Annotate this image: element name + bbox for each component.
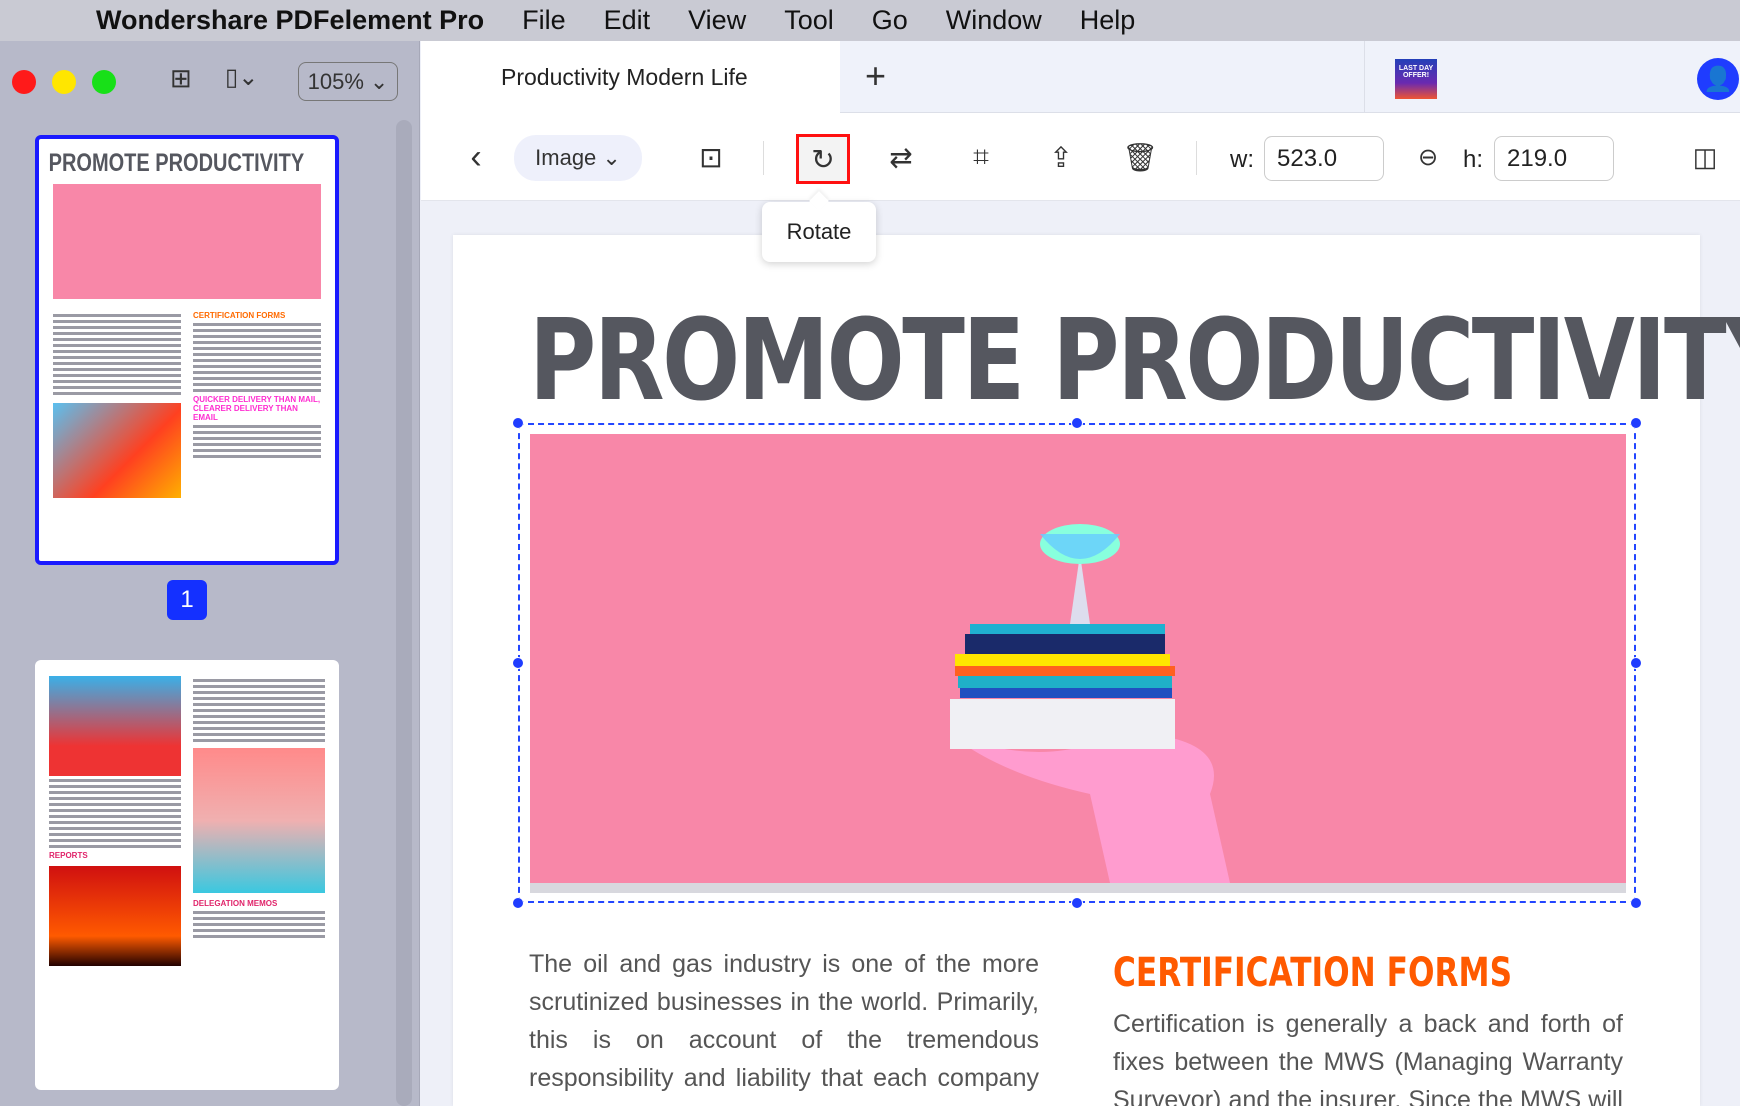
replace-image-icon[interactable]: ⇄ [879,135,923,179]
thumb-heading: REPORTS [49,851,88,860]
back-chevron-icon[interactable]: ‹ [461,135,491,179]
sidebar-scrollbar[interactable] [396,120,412,1106]
link-aspect-ratio-icon[interactable]: ⊖ [1406,135,1450,179]
properties-panel-icon[interactable]: ◫ [1683,135,1727,179]
minimize-window-button[interactable] [52,70,76,94]
thumb-heading: CERTIFICATION FORMS [193,311,286,320]
menu-bar: Wondershare PDFelement Pro File Edit Vie… [0,0,1740,41]
app-name[interactable]: Wondershare PDFelement Pro [96,5,484,36]
crop-icon[interactable]: ⌗ [959,135,1003,179]
menu-edit[interactable]: Edit [604,5,651,36]
resize-handle-bottom[interactable] [1071,897,1083,909]
divider [763,141,764,175]
resize-handle-top-left[interactable] [512,417,524,429]
rotate-tooltip: Rotate [762,202,876,262]
image-mode-dropdown[interactable]: Image ⌄ [514,135,642,181]
page-number-badge: 1 [167,580,207,620]
height-label: h: [1463,146,1484,173]
resize-handle-top-right[interactable] [1630,417,1642,429]
resize-handle-left[interactable] [512,657,524,669]
tab-bar: Productivity Modern Life + LAST DAY OFFE… [421,41,1740,113]
add-image-icon[interactable]: ⊡ [689,135,733,179]
body-text-right: Certification is generally a back and fo… [1113,1010,1623,1106]
zoom-value: 105% [307,68,364,94]
resize-handle-right[interactable] [1630,657,1642,669]
section-heading: CERTIFICATION FORMS [1113,950,1513,996]
image-edit-toolbar: ‹ Image ⌄ ⊡ ↻ ⇄ ⌗ ⇪ 🗑 w: 523.0 ⊖ h: 219.… [421,113,1740,201]
user-account-icon[interactable]: 👤 [1697,58,1739,100]
thumb-heading: DELEGATION MEMOS [193,899,278,908]
mode-label: Image [535,145,597,170]
height-input[interactable]: 219.0 [1494,136,1614,181]
thumb-title: PROMOTE PRODUCTIVITY [48,149,305,177]
body-text-left: The oil and gas industry is one of the m… [529,950,1039,1106]
close-window-button[interactable] [12,70,36,94]
divider [1196,141,1197,175]
thumb-heading: QUICKER DELIVERY THAN MAIL, CLEARER DELI… [193,395,321,422]
new-tab-plus-icon[interactable]: + [865,55,886,97]
sidebar-toggle-icon[interactable]: ▯⌄ [225,63,258,92]
page-thumbnail-2[interactable]: REPORTS DELEGATION MEMOS [35,660,339,1090]
image-selection-box[interactable] [518,423,1636,903]
rotate-icon[interactable]: ↻ [796,134,850,184]
tab-productivity-modern-life[interactable]: Productivity Modern Life [421,41,840,113]
menu-file[interactable]: File [522,5,566,36]
page-thumbnail-1[interactable]: PROMOTE PRODUCTIVITY CERTIFICATION FORMS… [35,135,339,565]
width-input[interactable]: 523.0 [1264,136,1384,181]
chevron-down-icon: ⌄ [602,145,621,170]
divider [1364,41,1365,113]
offer-badge[interactable]: LAST DAY OFFER! [1395,59,1437,99]
resize-handle-top[interactable] [1071,417,1083,429]
resize-handle-bottom-left[interactable] [512,897,524,909]
menu-view[interactable]: View [688,5,746,36]
share-export-icon[interactable]: ⇪ [1039,135,1083,179]
menu-help[interactable]: Help [1080,5,1136,36]
grid-view-icon[interactable]: ⊞ [170,63,192,94]
resize-handle-bottom-right[interactable] [1630,897,1642,909]
menu-window[interactable]: Window [946,5,1042,36]
menu-tool[interactable]: Tool [784,5,834,36]
maximize-window-button[interactable] [92,70,116,94]
trash-icon[interactable]: 🗑 [1118,135,1162,179]
zoom-select[interactable]: 105% ⌄ [298,62,398,101]
menu-go[interactable]: Go [872,5,908,36]
chevron-down-icon: ⌄ [369,68,389,94]
width-label: w: [1230,146,1254,173]
document-title: PROMOTE PRODUCTIVITY [529,296,1740,426]
